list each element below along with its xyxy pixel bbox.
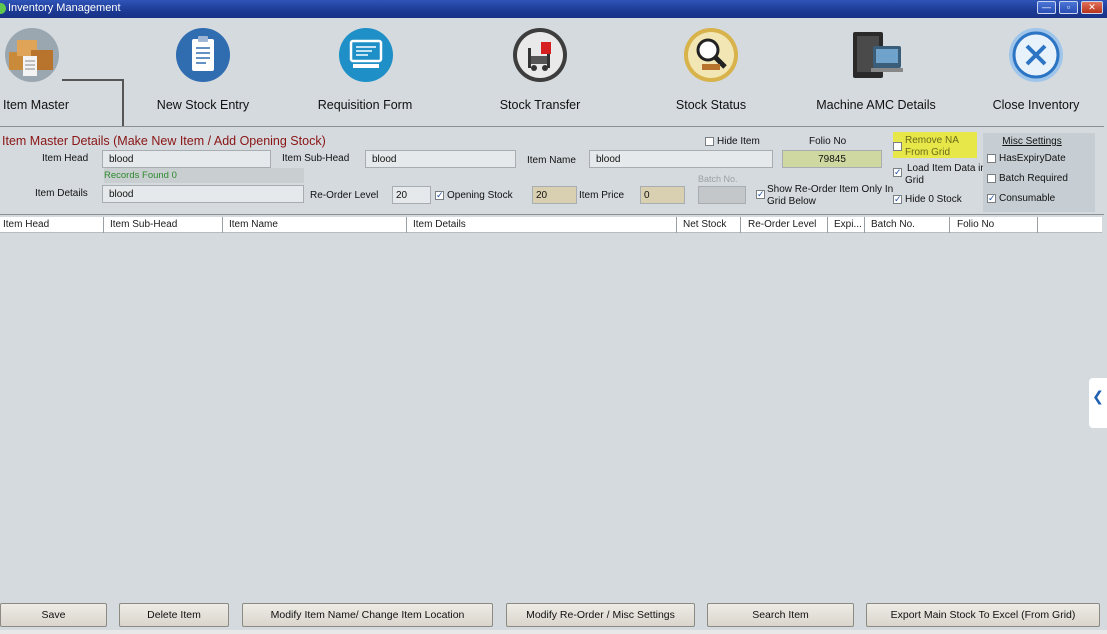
batch-required-checkbox[interactable] [987, 174, 996, 183]
save-button[interactable]: Save [0, 603, 107, 627]
opening-stock-input[interactable]: 20 [532, 186, 577, 204]
minimize-button[interactable]: — [1037, 1, 1056, 14]
machine-icon [853, 32, 903, 78]
item-master-label: Item Master [3, 98, 69, 112]
batch-no-label: Batch No. [698, 174, 738, 184]
section-title: Item Master Details (Make New Item / Add… [2, 134, 326, 148]
modify-item-name-button[interactable]: Modify Item Name/ Change Item Location [242, 603, 493, 627]
column-header-item-sub-head[interactable]: Item Sub-Head [104, 217, 223, 233]
side-panel-toggle[interactable]: ❮ [1089, 378, 1107, 428]
status-strip [0, 630, 1107, 634]
connector-line [62, 79, 124, 81]
consumable-label: Consumable [999, 193, 1056, 204]
item-price-label: Item Price [579, 190, 625, 201]
close-inventory-button[interactable]: Close Inventory [986, 18, 1086, 126]
reorder-level-input[interactable]: 20 [392, 186, 431, 204]
column-header-batch-no[interactable]: Batch No. [865, 217, 950, 233]
item-details-label: Item Details [35, 188, 88, 199]
requisition-form-label: Requisition Form [317, 98, 413, 112]
remove-na-checkbox[interactable] [893, 142, 902, 151]
column-header-reorder-level[interactable]: Re-Order Level [741, 217, 828, 233]
close-inventory-label: Close Inventory [992, 98, 1080, 112]
hide-item-label: Hide Item [717, 136, 760, 147]
show-reorder-label-line2: Grid Below [767, 196, 816, 207]
column-header-item-head[interactable]: Item Head [0, 217, 104, 233]
item-name-label: Item Name [527, 155, 576, 166]
folio-no-label: Folio No [809, 136, 847, 147]
has-expiry-date-label: HasExpiryDate [999, 153, 1066, 164]
check-icon: ✓ [894, 194, 902, 204]
check-icon: ✓ [894, 167, 902, 177]
item-name-input[interactable]: blood [589, 150, 773, 168]
show-reorder-label-line1: Show Re-Order Item Only In [767, 184, 894, 195]
forklift-icon [513, 28, 567, 82]
opening-stock-label: Opening Stock [447, 190, 513, 201]
hide-item-checkbox[interactable] [705, 137, 714, 146]
delete-item-button[interactable]: Delete Item [119, 603, 229, 627]
item-master-button[interactable]: Item Master [0, 18, 69, 126]
chevron-left-icon: ❮ [1092, 388, 1104, 404]
folio-no-input[interactable]: 79845 [782, 150, 882, 168]
modify-reorder-button[interactable]: Modify Re-Order / Misc Settings [506, 603, 695, 627]
reorder-level-label: Re-Order Level [310, 190, 379, 201]
window-title: Inventory Management [8, 2, 121, 14]
stock-transfer-label: Stock Transfer [499, 98, 581, 112]
show-reorder-checkbox[interactable]: ✓ [756, 190, 765, 199]
batch-required-label: Batch Required [999, 173, 1068, 184]
presentation-icon [339, 28, 393, 82]
magnifier-icon [684, 28, 738, 82]
item-head-label: Item Head [42, 153, 89, 164]
item-subhead-input[interactable]: blood [365, 150, 516, 168]
misc-settings-title: Misc Settings [1002, 136, 1062, 147]
column-header-item-name[interactable]: Item Name [223, 217, 407, 233]
search-item-button[interactable]: Search Item [707, 603, 854, 627]
hide-zero-stock-label: Hide 0 Stock [905, 194, 962, 205]
stock-status-label: Stock Status [675, 98, 747, 112]
title-bar: Inventory Management — ▫ ✕ [0, 0, 1107, 18]
machine-amc-details-button[interactable]: Machine AMC Details [816, 18, 936, 126]
column-header-item-details[interactable]: Item Details [407, 217, 677, 233]
records-found-text: Records Found 0 [104, 168, 304, 183]
item-grid[interactable] [0, 217, 1104, 597]
has-expiry-date-checkbox[interactable] [987, 154, 996, 163]
load-item-data-checkbox[interactable]: ✓ [893, 168, 902, 177]
boxes-icon [5, 28, 59, 82]
check-icon: ✓ [436, 190, 444, 200]
consumable-checkbox[interactable]: ✓ [987, 194, 996, 203]
batch-no-input[interactable] [698, 186, 746, 204]
clipboard-icon [176, 28, 230, 82]
item-price-input[interactable]: 0 [640, 186, 685, 204]
close-window-button[interactable]: ✕ [1081, 1, 1103, 14]
app-icon [0, 3, 6, 14]
load-item-data-label-line2: Grid [905, 175, 924, 186]
check-icon: ✓ [757, 189, 765, 199]
remove-na-label-line1: Remove NA [905, 135, 959, 146]
new-stock-entry-button[interactable]: New Stock Entry [153, 18, 253, 126]
check-icon: ✓ [988, 193, 996, 203]
close-circle-icon [1009, 28, 1063, 82]
load-item-data-label-line1: Load Item Data in [907, 163, 986, 174]
stock-transfer-button[interactable]: Stock Transfer [490, 18, 590, 126]
remove-na-label-line2: From Grid [905, 147, 950, 158]
column-header-expiry[interactable]: Expi... [828, 217, 865, 233]
machine-amc-details-label: Machine AMC Details [816, 98, 936, 112]
item-subhead-label: Item Sub-Head [282, 153, 350, 164]
restore-button[interactable]: ▫ [1059, 1, 1078, 14]
grid-header: Item Head Item Sub-Head Item Name Item D… [0, 217, 1102, 233]
column-header-folio-no[interactable]: Folio No [950, 217, 1038, 233]
column-header-net-stock[interactable]: Net Stock [677, 217, 741, 233]
stock-status-button[interactable]: Stock Status [661, 18, 761, 126]
item-details-input[interactable]: blood [102, 185, 304, 203]
export-excel-button[interactable]: Export Main Stock To Excel (From Grid) [866, 603, 1100, 627]
hide-zero-stock-checkbox[interactable]: ✓ [893, 195, 902, 204]
toolbar: Item Master New Stock Entry Requisition … [0, 18, 1107, 144]
new-stock-entry-label: New Stock Entry [156, 98, 250, 112]
requisition-form-button[interactable]: Requisition Form [315, 18, 415, 126]
item-head-input[interactable]: blood [102, 150, 271, 168]
opening-stock-checkbox[interactable]: ✓ [435, 191, 444, 200]
